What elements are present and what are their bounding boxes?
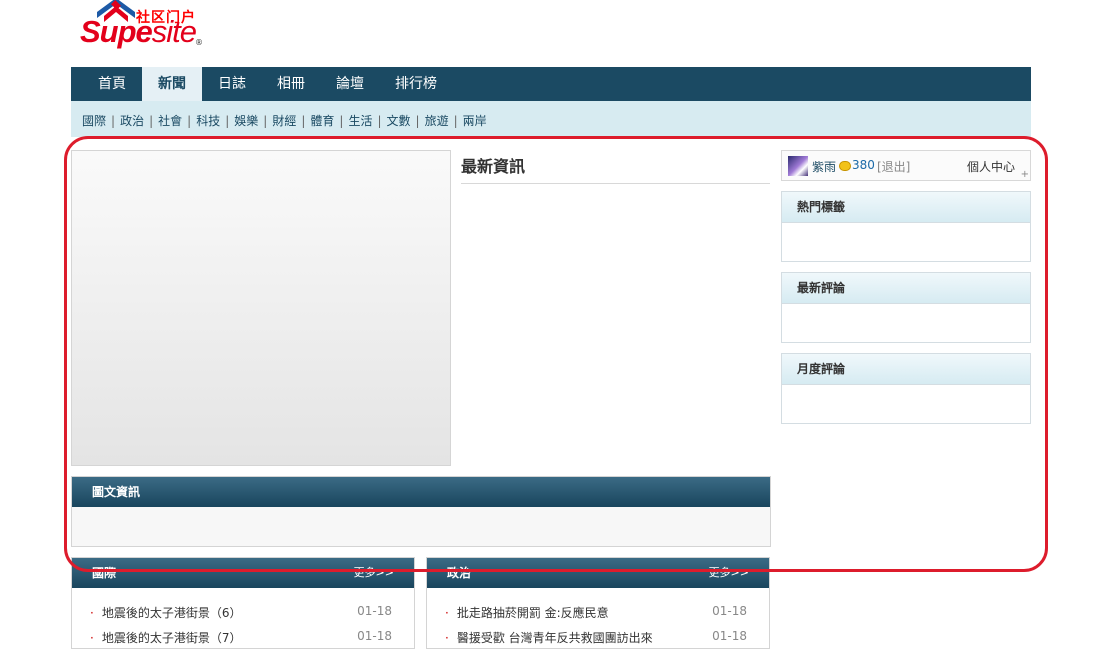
list-item[interactable]: · 批走路抽菸開罰 金:反應民意 01-18 <box>445 604 755 621</box>
subnav-item[interactable]: 財經 <box>272 114 296 128</box>
separator: | <box>453 114 458 128</box>
nav-item-forum[interactable]: 論壇 <box>322 67 378 101</box>
picture-news-title: 圖文資訊 <box>72 477 770 507</box>
monthly-comments-box: 月度評論 <box>781 353 1031 424</box>
subnav-item[interactable]: 兩岸 <box>463 114 487 128</box>
more-link[interactable]: 更多>> <box>709 558 749 588</box>
logo-brand: Supesite <box>80 14 197 50</box>
more-link[interactable]: 更多>> <box>354 558 394 588</box>
subnav-item[interactable]: 文數 <box>387 114 411 128</box>
separator: | <box>225 114 230 128</box>
plus-icon[interactable]: + <box>1021 169 1029 180</box>
category-title: 政治 更多>> <box>427 558 769 588</box>
logo-registered-mark: ® <box>195 38 203 47</box>
nav-item-blog[interactable]: 日誌 <box>204 67 260 101</box>
logo-brand-b: site <box>151 14 197 49</box>
category-subnav: 國際 | 政治 | 社會 | 科技 | 娛樂 | 財經 | 體育 | 生活 | 文數 | 旅遊 | 兩岸 <box>71 101 1031 137</box>
bullet-icon: · <box>445 606 449 620</box>
separator: | <box>301 114 306 128</box>
nav-item-home[interactable]: 首頁 <box>84 67 140 101</box>
user-bar: 紫雨 380 [退出] 個人中心 + <box>781 150 1031 181</box>
logout-link[interactable]: [退出] <box>877 158 910 175</box>
coin-icon <box>839 161 851 171</box>
subnav-item[interactable]: 旅遊 <box>425 114 449 128</box>
category-title: 國際 更多>> <box>72 558 414 588</box>
nav-item-album[interactable]: 相冊 <box>263 67 319 101</box>
credits-value: 380 <box>852 158 875 172</box>
subnav-item[interactable]: 政治 <box>120 114 144 128</box>
subnav-item[interactable]: 娛樂 <box>234 114 258 128</box>
separator: | <box>149 114 154 128</box>
bullet-icon: · <box>90 606 94 620</box>
list-item[interactable]: · 地震後的太子港街景（7） 01-18 <box>90 629 400 646</box>
main-nav: 首頁 新聞 日誌 相冊 論壇 排行榜 <box>71 67 1031 101</box>
category-title-text: 國際 <box>92 566 117 580</box>
latest-news-title: 最新資訊 <box>461 157 526 176</box>
nav-item-news[interactable]: 新聞 <box>142 67 202 101</box>
nav-item-ranking[interactable]: 排行榜 <box>384 67 448 101</box>
news-date: 01-18 <box>357 629 392 643</box>
news-title[interactable]: 地震後的太子港街景（6） <box>102 606 242 620</box>
bullet-icon: · <box>445 631 449 645</box>
username-link[interactable]: 紫雨 <box>812 158 836 175</box>
site-logo[interactable]: 社区门户 Supesite ® <box>79 0 219 56</box>
list-item[interactable]: · 醫援受歡 台灣青年反共救國團訪出來 01-18 <box>445 629 755 646</box>
subnav-item[interactable]: 生活 <box>348 114 372 128</box>
separator: | <box>263 114 268 128</box>
picture-news-box: 圖文資訊 <box>71 476 771 547</box>
subnav-item[interactable]: 國際 <box>82 114 106 128</box>
category-box-politics: 政治 更多>> · 批走路抽菸開罰 金:反應民意 01-18 · 醫援受歡 台灣青年… <box>426 557 770 649</box>
separator: | <box>415 114 420 128</box>
separator: | <box>187 114 192 128</box>
news-date: 01-18 <box>712 604 747 618</box>
separator: | <box>339 114 344 128</box>
news-title[interactable]: 地震後的太子港街景（7） <box>102 631 242 645</box>
separator: | <box>111 114 116 128</box>
user-center-link[interactable]: 個人中心 <box>967 158 1015 175</box>
hot-tags-title: 熱門標籤 <box>782 192 1030 223</box>
category-title-text: 政治 <box>447 566 472 580</box>
news-date: 01-18 <box>712 629 747 643</box>
latest-comments-title: 最新評論 <box>782 273 1030 304</box>
divider <box>461 183 770 184</box>
news-title[interactable]: 批走路抽菸開罰 金:反應民意 <box>457 606 609 620</box>
hot-tags-box: 熱門標籤 <box>781 191 1031 262</box>
latest-comments-box: 最新評論 <box>781 272 1031 343</box>
avatar[interactable] <box>788 156 808 176</box>
featured-slideshow[interactable] <box>71 150 451 466</box>
logo-brand-a: Supe <box>80 14 153 49</box>
bullet-icon: · <box>90 631 94 645</box>
separator: | <box>377 114 382 128</box>
news-date: 01-18 <box>357 604 392 618</box>
monthly-comments-title: 月度評論 <box>782 354 1030 385</box>
news-title[interactable]: 醫援受歡 台灣青年反共救國團訪出來 <box>457 631 653 645</box>
category-list: 國際 | 政治 | 社會 | 科技 | 娛樂 | 財經 | 體育 | 生活 | 文數 | 旅遊 | 兩岸 <box>82 112 487 129</box>
list-item[interactable]: · 地震後的太子港街景（6） 01-18 <box>90 604 400 621</box>
subnav-item[interactable]: 社會 <box>158 114 182 128</box>
category-box-international: 國際 更多>> · 地震後的太子港街景（6） 01-18 · 地震後的太子港街景（7… <box>71 557 415 649</box>
subnav-item[interactable]: 科技 <box>196 114 220 128</box>
subnav-item[interactable]: 體育 <box>310 114 334 128</box>
